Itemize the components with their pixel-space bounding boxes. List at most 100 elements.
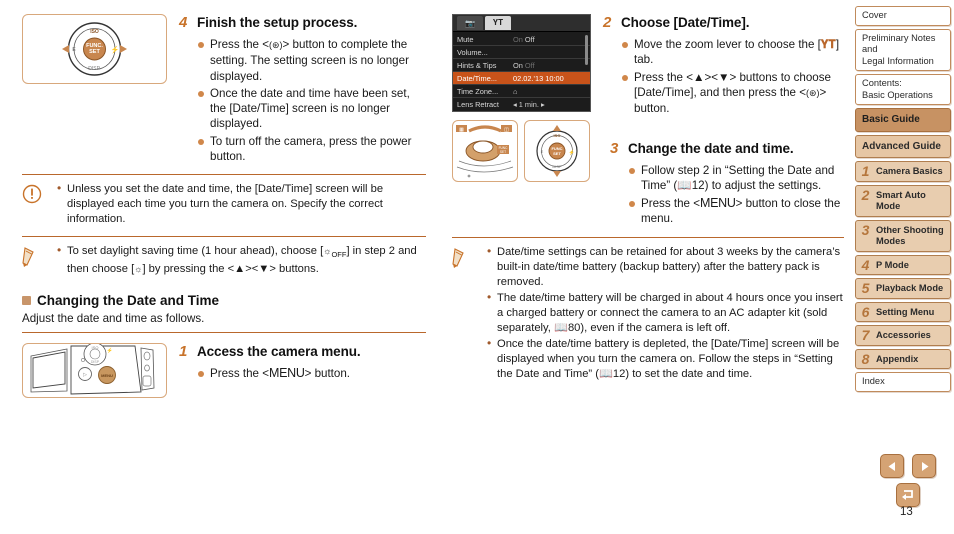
note-item: Once the date/time battery is depleted, … bbox=[486, 336, 844, 382]
bullet: Press the <MENU> button to close the men… bbox=[628, 196, 844, 227]
svg-text:⚡: ⚡ bbox=[111, 45, 120, 54]
lcd-row: Time Zone... ⌂ bbox=[453, 85, 590, 98]
svg-text:ISO: ISO bbox=[90, 29, 99, 35]
svg-text:ISO: ISO bbox=[92, 345, 99, 350]
note-item: To set daylight saving time (1 hour ahea… bbox=[56, 243, 426, 277]
svg-text:⚡: ⚡ bbox=[107, 347, 113, 354]
section-changing-date-time: Changing the Date and Time Adjust the da… bbox=[22, 292, 426, 326]
lcd-row-value: On Off bbox=[513, 34, 535, 44]
sidebar-item-playback-mode[interactable]: 5 Playback Mode bbox=[855, 278, 951, 299]
svg-text:◫: ◫ bbox=[504, 127, 509, 133]
sidebar-item-camera-basics[interactable]: 1 Camera Basics bbox=[855, 161, 951, 182]
figure-menu-button: ISO DISP ⚡ ▷ MENU bbox=[22, 343, 167, 399]
sidebar-item-basic-guide[interactable]: Basic Guide bbox=[855, 108, 951, 132]
camera-tab-icon: 📷 bbox=[457, 16, 483, 30]
return-arrow-icon bbox=[902, 490, 913, 500]
step-4-title: Finish the setup process. bbox=[197, 15, 358, 30]
lcd-row-label: Time Zone... bbox=[457, 86, 499, 96]
warning-note: Unless you set the date and time, the [D… bbox=[22, 175, 426, 228]
sidebar-number: 4 bbox=[861, 256, 870, 273]
figure-updown-buttons: FUNC SET ISO DISP E ⚡ bbox=[524, 120, 590, 182]
sidebar-item-setting-menu[interactable]: 6 Setting Menu bbox=[855, 301, 951, 322]
sidebar-item-label: Smart Auto Mode bbox=[876, 189, 926, 212]
svg-text:ISO: ISO bbox=[554, 133, 561, 138]
control-dial-icon: FUNC. SET ISO DISP. E ⚡ bbox=[62, 22, 127, 76]
sidebar-item-cover[interactable]: Cover bbox=[855, 6, 951, 26]
lcd-row-value: ⌂ bbox=[513, 86, 518, 96]
divider bbox=[22, 332, 426, 334]
left-triangle-icon bbox=[888, 461, 895, 471]
bullet: To turn off the camera, press the power … bbox=[197, 134, 426, 165]
step-2-bullets: Move the zoom lever to choose the [𝚼𝐓] t… bbox=[621, 37, 844, 116]
step-2-number: 2 bbox=[603, 14, 612, 31]
lcd-row-label: Lens Retract bbox=[457, 100, 499, 109]
bullet: Press the <MENU> button. bbox=[197, 366, 426, 381]
back-button[interactable] bbox=[896, 483, 920, 507]
sidebar-item-index[interactable]: Index bbox=[855, 372, 951, 392]
svg-text:SET: SET bbox=[500, 150, 506, 154]
step-2: 2 Choose [Date/Time]. Move the zoom leve… bbox=[603, 14, 844, 118]
sidebar-item-p-mode[interactable]: 4 P Mode bbox=[855, 254, 951, 275]
middle-column: 📷 𝚼𝐓 Mute On Off Volume... Hints & Tips … bbox=[452, 14, 844, 383]
left-column: FUNC. SET ISO DISP. E ⚡ 4 Finish the set… bbox=[22, 14, 426, 399]
lcd-scrollbar bbox=[585, 35, 588, 65]
svg-text:SET: SET bbox=[553, 151, 561, 156]
lcd-row: Mute On Off bbox=[453, 33, 590, 46]
step-3-title: Change the date and time. bbox=[628, 141, 794, 156]
camera-back-icon: ISO DISP ⚡ ▷ MENU bbox=[30, 344, 155, 395]
sidebar-item-advanced-guide[interactable]: Advanced Guide bbox=[855, 134, 951, 158]
step-1-title: Access the camera menu. bbox=[197, 344, 361, 360]
pencil-icon bbox=[452, 245, 486, 274]
sidebar-item-label: Accessories bbox=[876, 330, 931, 340]
lcd-row-value: On Off bbox=[513, 60, 535, 70]
lcd-row: Lens Retract ◂ 1 min. ▸ bbox=[453, 98, 590, 111]
sidebar-number: 6 bbox=[861, 303, 870, 320]
svg-text:▷: ▷ bbox=[83, 372, 87, 378]
note-item: The date/time battery will be charged in… bbox=[486, 290, 844, 336]
figure-zoom-lever: ▦ ◫ FUNC SET bbox=[452, 120, 518, 182]
wrench-tab-icon: 𝚼𝐓 bbox=[485, 16, 511, 30]
bullet: Press the <▲><▼> buttons to choose [Date… bbox=[621, 70, 844, 117]
sidebar-number: 2 bbox=[861, 186, 870, 203]
sidebar-item-contents[interactable]: Contents: Basic Operations bbox=[855, 74, 951, 105]
sidebar-item-preliminary-notes[interactable]: Preliminary Notes and Legal Information bbox=[855, 28, 951, 71]
sidebar-item-appendix[interactable]: 8 Appendix bbox=[855, 348, 951, 369]
lcd-row: Hints & Tips On Off bbox=[453, 59, 590, 72]
sidebar-number: 7 bbox=[861, 327, 870, 343]
sidebar-number: 1 bbox=[861, 163, 870, 179]
svg-text:SET: SET bbox=[89, 49, 100, 55]
step-4-bullets: Press the <(⊛)> button to complete the s… bbox=[197, 37, 426, 164]
svg-text:▦: ▦ bbox=[459, 127, 464, 133]
svg-text:E: E bbox=[541, 149, 544, 154]
camera-lcd-screen: 📷 𝚼𝐓 Mute On Off Volume... Hints & Tips … bbox=[452, 14, 591, 112]
right-triangle-icon bbox=[921, 461, 928, 471]
sidebar-item-smart-auto-mode[interactable]: 2 Smart Auto Mode bbox=[855, 184, 951, 217]
figure-lcd-menu: 📷 𝚼𝐓 Mute On Off Volume... Hints & Tips … bbox=[452, 14, 591, 182]
sidebar-item-label: Playback Mode bbox=[876, 283, 944, 293]
prev-page-button[interactable] bbox=[880, 454, 904, 478]
svg-text:DISP: DISP bbox=[552, 164, 562, 169]
pencil-note-left: To set daylight saving time (1 hour ahea… bbox=[22, 237, 426, 278]
next-page-button[interactable] bbox=[912, 454, 936, 478]
step-4: 4 Finish the setup process. Press the <(… bbox=[179, 14, 426, 166]
svg-text:DISP.: DISP. bbox=[88, 66, 100, 72]
page-number: 13 bbox=[900, 506, 913, 518]
step-4-number: 4 bbox=[179, 14, 188, 31]
sidebar-item-accessories[interactable]: 7 Accessories bbox=[855, 325, 951, 346]
sidebar-item-other-shooting-modes[interactable]: 3 Other Shooting Modes bbox=[855, 219, 951, 252]
sidebar-item-label: Camera Basics bbox=[876, 166, 943, 176]
step-1: 1 Access the camera menu. Press the <MEN… bbox=[179, 343, 426, 383]
sidebar-item-label: Other Shooting Modes bbox=[876, 224, 944, 247]
pencil-icon bbox=[22, 244, 56, 273]
sidebar-number: 8 bbox=[861, 350, 870, 367]
exclamation-icon bbox=[22, 182, 56, 209]
bullet: Move the zoom lever to choose the [𝚼𝐓] t… bbox=[621, 37, 844, 68]
section-heading: Changing the Date and Time bbox=[37, 293, 220, 309]
section-bullet-icon bbox=[22, 296, 31, 306]
lcd-row-selected: Date/Time... 02.02.'13 10:00 bbox=[453, 72, 590, 85]
lcd-row-label: Volume... bbox=[457, 47, 488, 57]
sidebar-number: 3 bbox=[861, 221, 870, 238]
bullet: Once the date and time have been set, th… bbox=[197, 86, 426, 132]
bullet: Follow step 2 in “Setting the Date and T… bbox=[628, 163, 844, 194]
lcd-row-label: Date/Time... bbox=[457, 73, 497, 83]
